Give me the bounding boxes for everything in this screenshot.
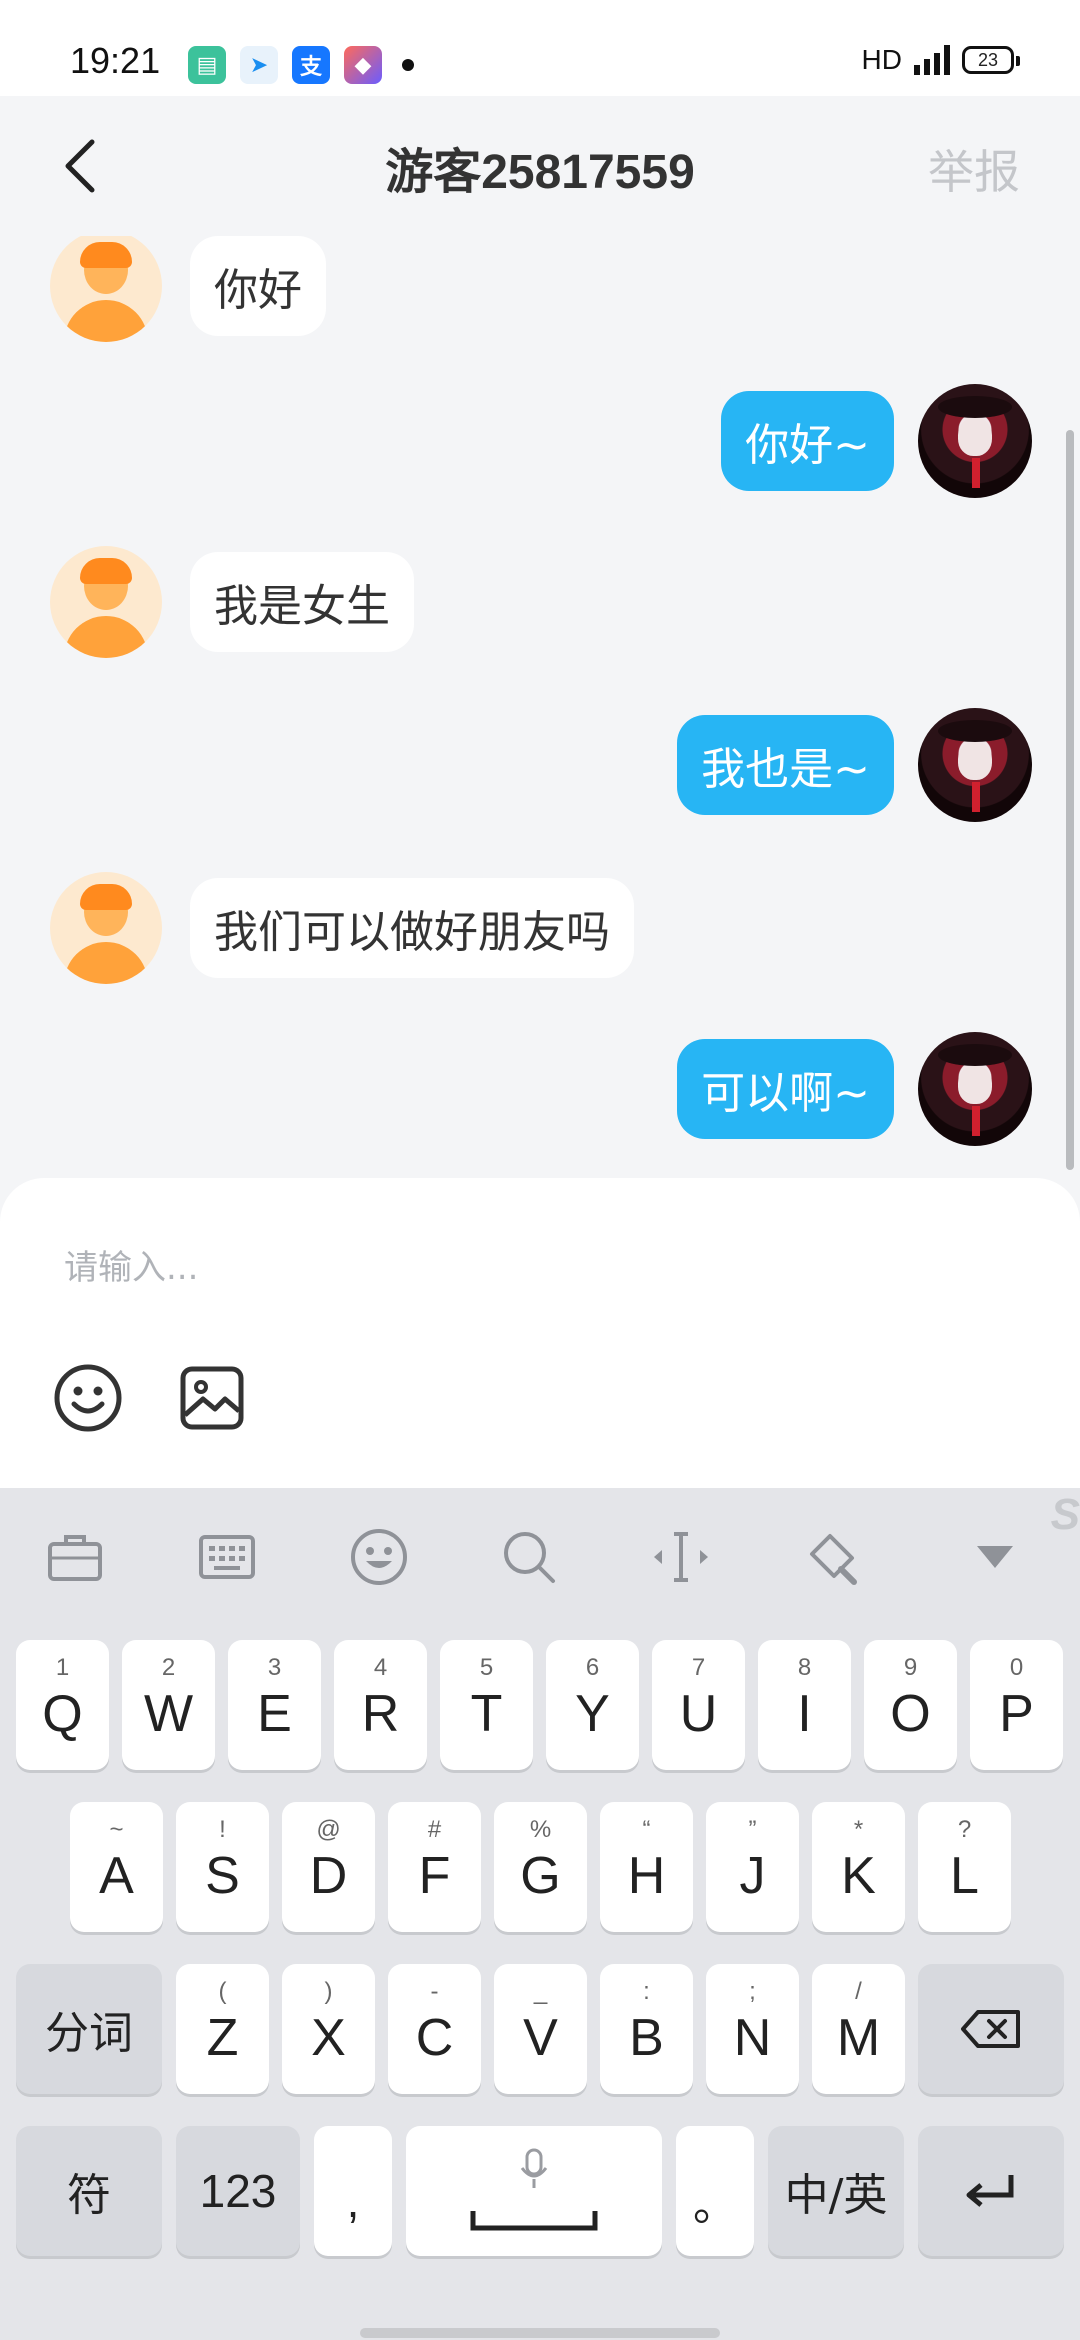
text-cursor-icon	[654, 1532, 708, 1582]
image-button[interactable]	[172, 1358, 252, 1438]
status-time: 19:21	[70, 40, 161, 81]
status-right: HD 23	[861, 44, 1020, 76]
signal-icon	[914, 45, 950, 75]
keyboard-emoji-button[interactable]	[344, 1522, 414, 1592]
my-avatar[interactable]	[918, 708, 1032, 822]
message-received: 你好	[50, 236, 326, 342]
key-t[interactable]: 5T	[440, 1640, 533, 1770]
keyboard-logo: S	[1050, 1490, 1080, 1539]
key-g[interactable]: % G	[494, 1802, 587, 1932]
key-i[interactable]: 8I	[758, 1640, 851, 1770]
microphone-icon	[520, 2148, 548, 2188]
soft-keyboard: S 1Q 2W 3E 4R 5T 6Y 7U 8I 9O 0P ~ A ! S @ D…	[0, 1488, 1080, 2340]
key-b[interactable]: :B	[600, 1964, 693, 2094]
status-app-icons: ▤ ➤ 支 ◆	[188, 46, 414, 84]
message-received: 我们可以做好朋友吗	[50, 872, 634, 984]
chat-title: 游客25817559	[385, 146, 695, 199]
message-received: 我是女生	[50, 546, 414, 658]
space-bar-icon	[470, 2211, 598, 2231]
key-q[interactable]: 1Q	[16, 1640, 109, 1770]
comma-key[interactable]: ,	[314, 2126, 392, 2256]
key-r[interactable]: 4R	[334, 1640, 427, 1770]
key-p[interactable]: 0P	[970, 1640, 1063, 1770]
message-bubble[interactable]: 你好	[190, 236, 326, 336]
key-a[interactable]: ~ A	[70, 1802, 163, 1932]
message-sent: 可以啊~	[677, 1032, 1032, 1146]
user-avatar[interactable]	[50, 546, 162, 658]
key-o[interactable]: 9O	[864, 1640, 957, 1770]
message-bubble[interactable]: 我们可以做好朋友吗	[190, 878, 634, 978]
key-u[interactable]: 7U	[652, 1640, 745, 1770]
my-avatar[interactable]	[918, 1032, 1032, 1146]
backspace-icon	[961, 2010, 1020, 2048]
alipay-icon: 支	[292, 46, 330, 84]
keyboard-toolbar: S	[0, 1488, 1080, 1622]
image-icon	[180, 1366, 244, 1430]
emoji-button[interactable]	[48, 1358, 128, 1438]
key-f[interactable]: # F	[388, 1802, 481, 1932]
keyboard-toolbox-button[interactable]	[40, 1522, 110, 1592]
smiley-icon	[351, 1529, 407, 1585]
keyboard-icon	[199, 1535, 255, 1579]
key-k[interactable]: * K	[812, 1802, 905, 1932]
hd-indicator: HD	[861, 44, 902, 75]
key-l[interactable]: ? L	[918, 1802, 1011, 1932]
app-notification-icon: ▤	[188, 46, 226, 84]
message-sent: 我也是~	[677, 708, 1032, 822]
message-list[interactable]: 你好 你好~ 我是女生 我也是~ 我们可以做好朋友吗 可以啊~	[0, 236, 1080, 1180]
my-avatar[interactable]	[918, 384, 1032, 498]
input-panel	[0, 1178, 1080, 1488]
message-sent: 你好~	[721, 384, 1032, 498]
key-v[interactable]: _ V	[494, 1964, 587, 2094]
period-key[interactable]: 。	[676, 2126, 754, 2256]
enter-icon	[966, 2175, 1014, 2207]
user-avatar[interactable]	[50, 236, 162, 342]
cursor-move-button[interactable]	[646, 1522, 716, 1592]
key-h[interactable]: “H	[600, 1802, 693, 1932]
backspace-key[interactable]	[918, 1964, 1064, 2094]
telegram-icon: ➤	[240, 46, 278, 84]
chat-header: 游客25817559 举报	[0, 96, 1080, 236]
key-n[interactable]: ; N	[706, 1964, 799, 2094]
triangle-down-icon	[977, 1546, 1013, 1568]
keyboard-skin-button[interactable]	[798, 1522, 868, 1592]
key-e[interactable]: 3E	[228, 1640, 321, 1770]
battery-icon: 23	[962, 46, 1020, 74]
message-input[interactable]	[64, 1238, 964, 1298]
search-icon	[504, 1532, 555, 1583]
keyboard-search-button[interactable]	[494, 1522, 564, 1592]
status-bar: 19:21 ▤ ➤ 支 ◆ HD 23	[0, 0, 1080, 96]
key-c[interactable]: -C	[388, 1964, 481, 2094]
segment-key[interactable]: 分词	[16, 1964, 162, 2094]
key-d[interactable]: @ D	[282, 1802, 375, 1932]
key-w[interactable]: 2W	[122, 1640, 215, 1770]
key-y[interactable]: 6Y	[546, 1640, 639, 1770]
report-button[interactable]: 举报	[928, 136, 1020, 202]
user-avatar[interactable]	[50, 872, 162, 984]
key-s[interactable]: ! S	[176, 1802, 269, 1932]
message-bubble[interactable]: 可以啊~	[677, 1039, 894, 1139]
key-x[interactable]: ) X	[282, 1964, 375, 2094]
toolbox-icon	[48, 1535, 102, 1581]
symbol-key[interactable]: 符	[16, 2126, 162, 2256]
key-j[interactable]: ” J	[706, 1802, 799, 1932]
battery-level: 23	[977, 49, 999, 70]
app-launcher-icon: ◆	[344, 46, 382, 84]
number-key[interactable]: 123	[176, 2126, 300, 2256]
keyboard-layout-button[interactable]	[192, 1522, 262, 1592]
key-z[interactable]: (Z	[176, 1964, 269, 2094]
home-indicator[interactable]	[360, 2328, 720, 2338]
enter-key[interactable]	[918, 2126, 1064, 2256]
message-bubble[interactable]: 我是女生	[190, 552, 414, 652]
message-bubble[interactable]: 你好~	[721, 391, 894, 491]
hide-keyboard-button[interactable]	[960, 1522, 1030, 1592]
scrollbar[interactable]	[1066, 430, 1074, 1170]
key-m[interactable]: / M	[812, 1964, 905, 2094]
more-notifications-dot	[402, 59, 414, 71]
paint-brush-icon	[810, 1534, 857, 1585]
space-key[interactable]	[406, 2126, 662, 2256]
language-switch-key[interactable]: 中/英	[768, 2126, 904, 2256]
message-bubble[interactable]: 我也是~	[677, 715, 894, 815]
smiley-icon	[54, 1364, 122, 1432]
